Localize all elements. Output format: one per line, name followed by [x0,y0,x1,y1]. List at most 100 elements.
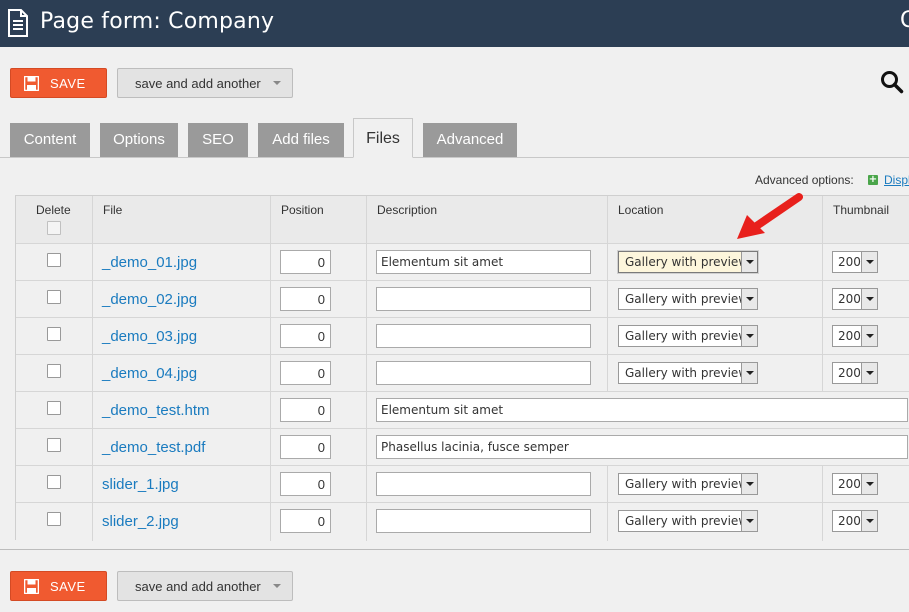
location-select-value: Gallery with preview [625,329,749,343]
position-input[interactable]: 0 [280,435,331,459]
search-icon[interactable] [880,70,904,98]
tab-advanced[interactable]: Advanced [423,123,517,157]
column-header-location: Location [618,203,664,217]
tab-add-files[interactable]: Add files [258,123,344,157]
save-button-label: SAVE [50,76,86,91]
location-select[interactable]: Gallery with preview [618,288,758,310]
position-input[interactable]: 0 [280,472,331,496]
red-arrow-annotation-icon [735,193,805,247]
thumbnail-select[interactable]: 200 [832,510,878,532]
description-input[interactable] [376,509,591,533]
location-select-value: Gallery with preview [625,514,749,528]
chevron-down-icon [741,289,757,309]
chevron-down-icon [861,474,877,494]
advanced-options-display-link[interactable]: Display [884,173,909,187]
footer-divider [0,549,909,550]
chevron-down-icon [861,363,877,383]
chevron-down-icon [861,326,877,346]
thumbnail-select[interactable]: 200 [832,325,878,347]
delete-checkbox[interactable] [47,327,61,341]
delete-checkbox[interactable] [47,438,61,452]
position-input[interactable]: 0 [280,287,331,311]
thumbnail-select[interactable]: 200 [832,362,878,384]
delete-checkbox[interactable] [47,401,61,415]
chevron-down-icon [741,474,757,494]
position-input[interactable]: 0 [280,324,331,348]
save-and-add-another-button-bottom[interactable]: save and add another [117,571,293,601]
file-link[interactable]: slider_2.jpg [102,513,179,530]
chevron-down-icon[interactable] [273,584,281,588]
thumbnail-select-value: 200 [838,329,861,343]
location-select[interactable]: Gallery with preview [618,251,758,273]
location-select[interactable]: Gallery with preview [618,473,758,495]
chevron-down-icon [861,289,877,309]
location-select-value: Gallery with preview [625,477,749,491]
location-select[interactable]: Gallery with preview [618,510,758,532]
delete-checkbox[interactable] [47,364,61,378]
floppy-disk-icon [23,75,40,94]
delete-checkbox[interactable] [47,512,61,526]
file-link[interactable]: slider_1.jpg [102,476,179,493]
title-bar: Page form: Company C [0,0,909,47]
chevron-down-icon [741,511,757,531]
thumbnail-select[interactable]: 200 [832,473,878,495]
column-header-description: Description [377,203,438,217]
save-button-bottom[interactable]: SAVE [10,571,107,601]
description-input[interactable]: Elementum sit amet [376,398,908,422]
chevron-down-icon [741,326,757,346]
thumbnail-select-value: 200 [838,514,861,528]
select-all-checkbox[interactable] [47,221,61,235]
floppy-disk-icon [23,578,40,597]
tab-seo[interactable]: SEO [188,123,248,157]
plus-icon[interactable]: + [868,175,878,185]
description-input[interactable]: Phasellus lacinia, fusce semper [376,435,908,459]
position-input[interactable]: 0 [280,398,331,422]
column-header-thumbnail: Thumbnail [833,203,890,217]
location-select[interactable]: Gallery with preview [618,325,758,347]
chevron-down-icon [741,252,757,272]
thumbnail-select[interactable]: 200 [832,288,878,310]
thumbnail-select-value: 200 [838,292,861,306]
save-and-add-another-button[interactable]: save and add another [117,68,293,98]
file-link[interactable]: _demo_03.jpg [102,328,197,345]
position-input[interactable]: 0 [280,509,331,533]
tab-content[interactable]: Content [10,123,90,157]
description-input[interactable] [376,472,591,496]
delete-checkbox[interactable] [47,475,61,489]
chevron-down-icon [861,252,877,272]
location-select-value: Gallery with preview [625,255,749,269]
save-and-add-another-label: save and add another [135,76,261,91]
delete-checkbox[interactable] [47,290,61,304]
tabs-baseline [0,157,909,158]
thumbnail-select-value: 200 [838,366,861,380]
advanced-options-label: Advanced options: [755,173,854,187]
tab-files[interactable]: Files [353,118,413,158]
location-select-value: Gallery with preview [625,366,749,380]
description-input[interactable] [376,361,591,385]
thumbnail-select[interactable]: 200 [832,251,878,273]
file-link[interactable]: _demo_test.pdf [102,439,205,456]
chevron-down-icon[interactable] [273,81,281,85]
save-and-add-another-label: save and add another [135,579,261,594]
chevron-down-icon [861,511,877,531]
thumbnail-select-value: 200 [838,477,861,491]
position-input[interactable]: 0 [280,361,331,385]
position-input[interactable]: 0 [280,250,331,274]
column-header-file: File [103,203,123,217]
chevron-down-icon [741,363,757,383]
save-button-label: SAVE [50,579,86,594]
description-input[interactable] [376,287,591,311]
file-link[interactable]: _demo_01.jpg [102,254,197,271]
location-select[interactable]: Gallery with preview [618,362,758,384]
description-input[interactable] [376,324,591,348]
column-header-delete: Delete [36,203,71,217]
description-input[interactable]: Elementum sit amet [376,250,591,274]
delete-checkbox[interactable] [47,253,61,267]
file-link[interactable]: _demo_02.jpg [102,291,197,308]
tab-options[interactable]: Options [100,123,178,157]
file-link[interactable]: _demo_test.htm [102,402,210,419]
column-header-position: Position [281,203,324,217]
save-button[interactable]: SAVE [10,68,107,98]
document-icon [7,9,29,41]
file-link[interactable]: _demo_04.jpg [102,365,197,382]
